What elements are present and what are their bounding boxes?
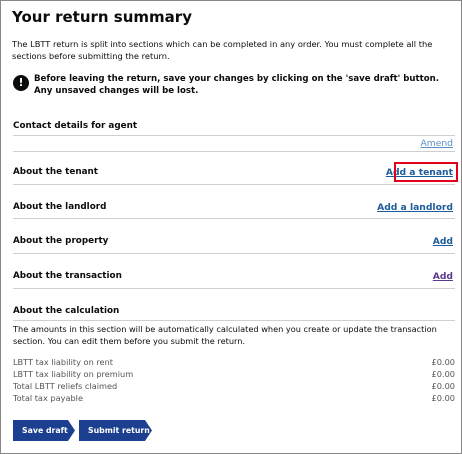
calc-label: LBTT tax liability on rent (13, 357, 113, 367)
add-landlord-link[interactable]: Add a landlord (377, 202, 453, 213)
calc-value: £0.00 (431, 381, 455, 391)
submit-return-button[interactable]: Submit return (79, 420, 152, 441)
add-property-link[interactable]: Add (433, 236, 453, 247)
divider (13, 218, 455, 219)
exclamation-icon: ! (13, 75, 29, 91)
divider (13, 320, 455, 321)
calc-value: £0.00 (431, 393, 455, 403)
calc-label: LBTT tax liability on premium (13, 369, 134, 379)
divider (13, 184, 455, 185)
section-title-tenant: About the tenant (13, 167, 99, 177)
warning-text: Before leaving the return, save your cha… (34, 74, 440, 96)
section-title-landlord: About the landlord (13, 202, 107, 212)
calc-value: £0.00 (431, 357, 455, 367)
section-title-transaction: About the transaction (13, 271, 122, 281)
divider (13, 135, 455, 136)
add-transaction-link[interactable]: Add (433, 271, 453, 282)
divider (13, 151, 455, 152)
calc-value: £0.00 (431, 369, 455, 379)
intro-text: The LBTT return is split into sections w… (12, 39, 433, 61)
summary-panel: Your return summary The LBTT return is s… (0, 0, 462, 454)
amend-agent-link[interactable]: Amend (420, 138, 453, 149)
save-draft-button[interactable]: Save draft (13, 420, 75, 441)
divider (13, 253, 455, 254)
highlight-box (394, 162, 458, 182)
calculation-note: The amounts in this section will be auto… (13, 324, 437, 346)
section-title-property: About the property (13, 236, 109, 246)
section-title-agent: Contact details for agent (13, 121, 138, 131)
page-title: Your return summary (12, 8, 192, 26)
section-title-calculation: About the calculation (13, 306, 120, 316)
calc-label: Total tax payable (13, 393, 83, 403)
divider (13, 288, 455, 289)
calc-label: Total LBTT reliefs claimed (13, 381, 118, 391)
